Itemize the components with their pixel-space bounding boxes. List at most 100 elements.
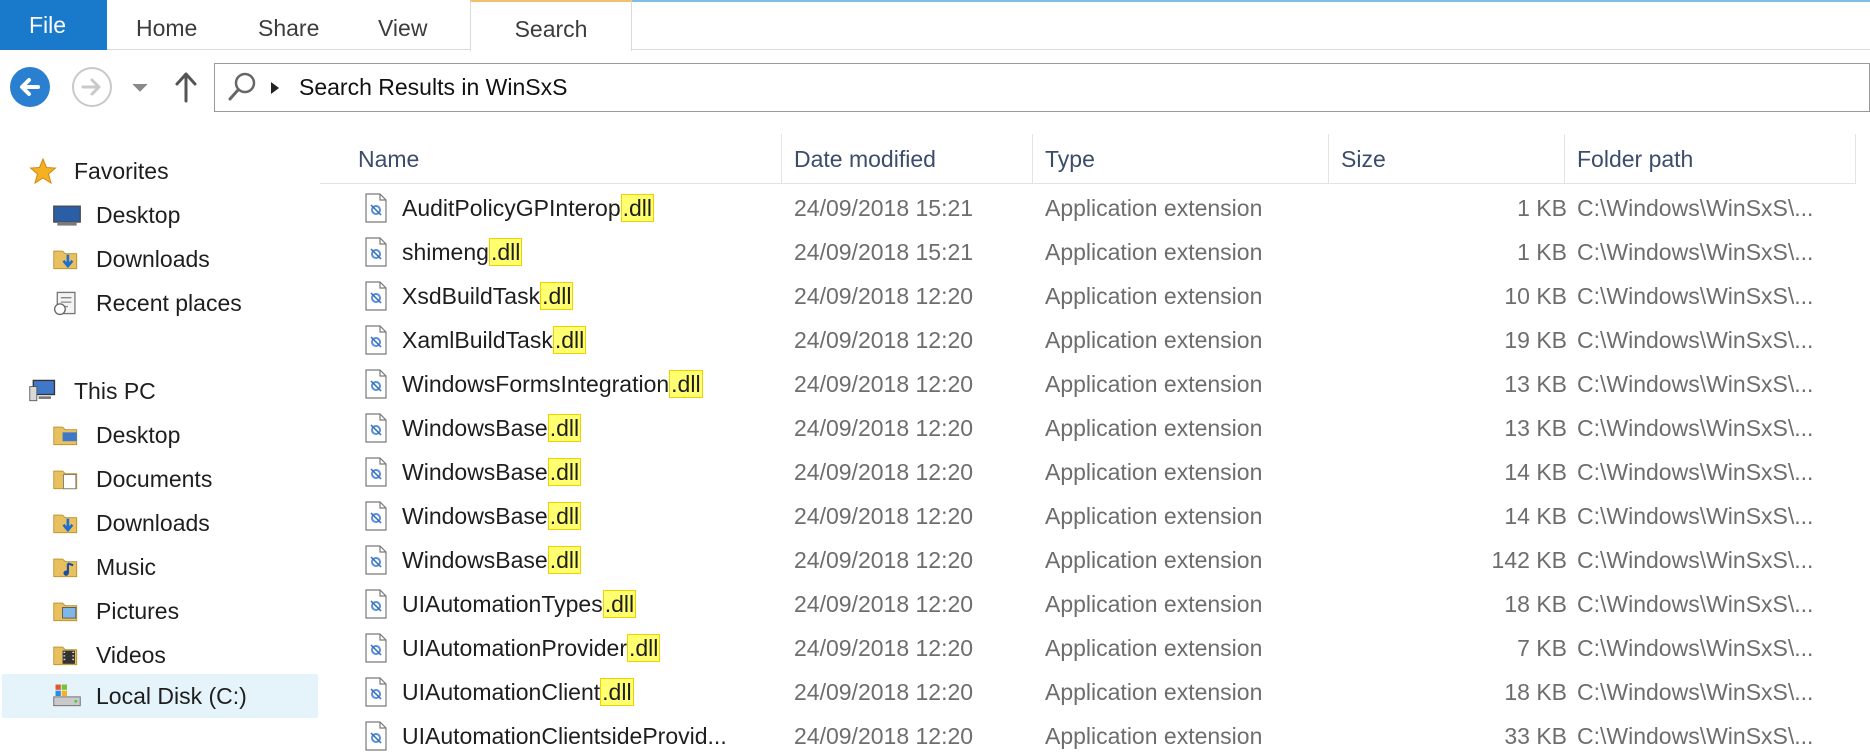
search-match-highlight: .dll [547,546,582,574]
file-name[interactable]: AuditPolicyGPInterop.dll [402,194,655,222]
type-cell: Application extension [1045,327,1263,353]
file-name[interactable]: shimeng.dll [402,238,523,266]
tab-file[interactable]: File [0,0,107,50]
sidebar-item-pc-downloads[interactable]: Downloads [52,504,312,542]
sidebar-item-pictures[interactable]: Pictures [52,592,312,630]
dll-file-icon [365,457,387,487]
file-base-name: UIAutomationClient [402,679,601,705]
table-row[interactable]: WindowsBase.dll 24/09/2018 12:20 Applicati… [320,406,1870,450]
address-bar[interactable]: Search Results in WinSxS [214,63,1870,112]
dll-file-icon [365,633,387,663]
folder-path-cell: C:\Windows\WinSxS\... [1577,547,1814,573]
file-name[interactable]: WindowsFormsIntegration.dll [402,370,703,398]
downloads-folder-icon [53,514,78,534]
date-modified-cell: 24/09/2018 12:20 [794,327,974,353]
forward-button[interactable] [72,67,112,107]
tab-search[interactable]: Search [470,0,632,51]
sidebar-item-favorites[interactable]: Favorites [28,152,308,190]
file-name[interactable]: WindowsBase.dll [402,546,582,574]
type-cell: Application extension [1045,371,1263,397]
size-cell: 18 KB [1504,679,1567,705]
date-modified-cell: 24/09/2018 12:20 [794,635,974,661]
table-row[interactable]: UIAutomationTypes.dll 24/09/2018 12:20 App… [320,582,1870,626]
date-modified-cell: 24/09/2018 12:20 [794,283,974,309]
table-row[interactable]: UIAutomationProvider.dll 24/09/2018 12:20… [320,626,1870,670]
type-cell: Application extension [1045,547,1263,573]
sidebar-item-label: Local Disk (C:) [96,683,247,709]
file-name[interactable]: UIAutomationTypes.dll [402,590,637,618]
dll-file-icon [365,501,387,531]
chevron-down-icon [132,83,148,92]
table-row[interactable]: XamlBuildTask.dll 24/09/2018 12:20 Applica… [320,318,1870,362]
table-row[interactable]: XsdBuildTask.dll 24/09/2018 12:20 Applicat… [320,274,1870,318]
file-name[interactable]: XsdBuildTask.dll [402,282,574,310]
table-row[interactable]: WindowsBase.dll 24/09/2018 12:20 Applicati… [320,494,1870,538]
folder-path-cell: C:\Windows\WinSxS\... [1577,591,1814,617]
date-modified-cell: 24/09/2018 12:20 [794,679,974,705]
local-disk-icon [53,684,81,707]
sidebar-item-pc-desktop[interactable]: Desktop [52,416,312,454]
file-name[interactable]: UIAutomationClientsideProvid... [402,723,727,750]
sidebar-item-documents[interactable]: Documents [52,460,312,498]
type-cell: Application extension [1045,239,1263,265]
sidebar-item-videos[interactable]: Videos [52,636,312,674]
file-base-name: WindowsBase [402,415,548,441]
search-match-highlight: .dll [547,414,582,442]
column-header-name[interactable]: Name [320,134,782,184]
sidebar-item-downloads[interactable]: Downloads [52,240,312,278]
recent-locations-dropdown[interactable] [131,81,149,93]
search-match-highlight: .dll [602,590,637,618]
file-name[interactable]: UIAutomationClient.dll [402,678,634,706]
tab-home[interactable]: Home [136,0,197,50]
videos-folder-icon [53,646,78,666]
type-cell: Application extension [1045,283,1263,309]
sidebar-item-local-disk[interactable]: Local Disk (C:) [2,674,318,718]
file-list-view: Name Date modified Type Size Folder path… [320,126,1870,754]
folder-path-cell: C:\Windows\WinSxS\... [1577,195,1814,221]
sidebar-item-desktop[interactable]: Desktop [52,196,312,234]
table-row[interactable]: UIAutomationClientsideProvid... 24/09/201… [320,714,1870,754]
sidebar-item-label: Favorites [74,158,169,184]
column-header-size[interactable]: Size [1329,134,1565,184]
search-icon [228,72,256,101]
navigation-bar: Search Results in WinSxS [0,51,1870,126]
folder-path-cell: C:\Windows\WinSxS\... [1577,371,1814,397]
sidebar-item-recent-places[interactable]: Recent places [52,284,312,322]
navigation-pane: Favorites Desktop Downloads Recent place… [0,126,320,754]
tab-share[interactable]: Share [258,0,319,50]
sidebar-item-this-pc[interactable]: This PC [28,372,308,410]
table-row[interactable]: WindowsFormsIntegration.dll 24/09/2018 12… [320,362,1870,406]
sidebar-item-music[interactable]: Music [52,548,312,586]
breadcrumb-arrow-icon[interactable] [271,82,279,94]
sidebar-item-label: Videos [96,642,166,668]
file-name[interactable]: WindowsBase.dll [402,414,582,442]
search-match-highlight: .dll [600,678,634,706]
file-base-name: WindowsBase [402,503,548,529]
date-modified-cell: 24/09/2018 12:20 [794,547,974,573]
table-row[interactable]: UIAutomationClient.dll 24/09/2018 12:20 Ap… [320,670,1870,714]
date-modified-cell: 24/09/2018 15:21 [794,195,974,221]
dll-file-icon [365,193,387,223]
table-row[interactable]: WindowsBase.dll 24/09/2018 12:20 Applicati… [320,538,1870,582]
column-header-folder-path[interactable]: Folder path [1565,134,1856,184]
tab-view[interactable]: View [378,0,427,50]
table-row[interactable]: AuditPolicyGPInterop.dll 24/09/2018 15:21… [320,186,1870,230]
file-name[interactable]: XamlBuildTask.dll [402,326,587,354]
type-cell: Application extension [1045,195,1263,221]
file-name[interactable]: WindowsBase.dll [402,502,582,530]
file-name[interactable]: UIAutomationProvider.dll [402,634,661,662]
breadcrumb[interactable]: Search Results in WinSxS [299,74,567,101]
size-cell: 10 KB [1504,283,1567,309]
size-cell: 33 KB [1504,723,1567,749]
up-button[interactable] [172,69,200,105]
back-button[interactable] [10,67,50,107]
date-modified-cell: 24/09/2018 12:20 [794,723,974,749]
search-match-highlight: .dll [547,458,582,486]
table-row[interactable]: WindowsBase.dll 24/09/2018 12:20 Applicati… [320,450,1870,494]
folder-path-cell: C:\Windows\WinSxS\... [1577,415,1814,441]
file-name[interactable]: WindowsBase.dll [402,458,582,486]
table-row[interactable]: shimeng.dll 24/09/2018 15:21 Application e… [320,230,1870,274]
column-header-type[interactable]: Type [1033,134,1329,184]
column-header-date-modified[interactable]: Date modified [782,134,1033,184]
dll-file-icon [365,281,387,311]
